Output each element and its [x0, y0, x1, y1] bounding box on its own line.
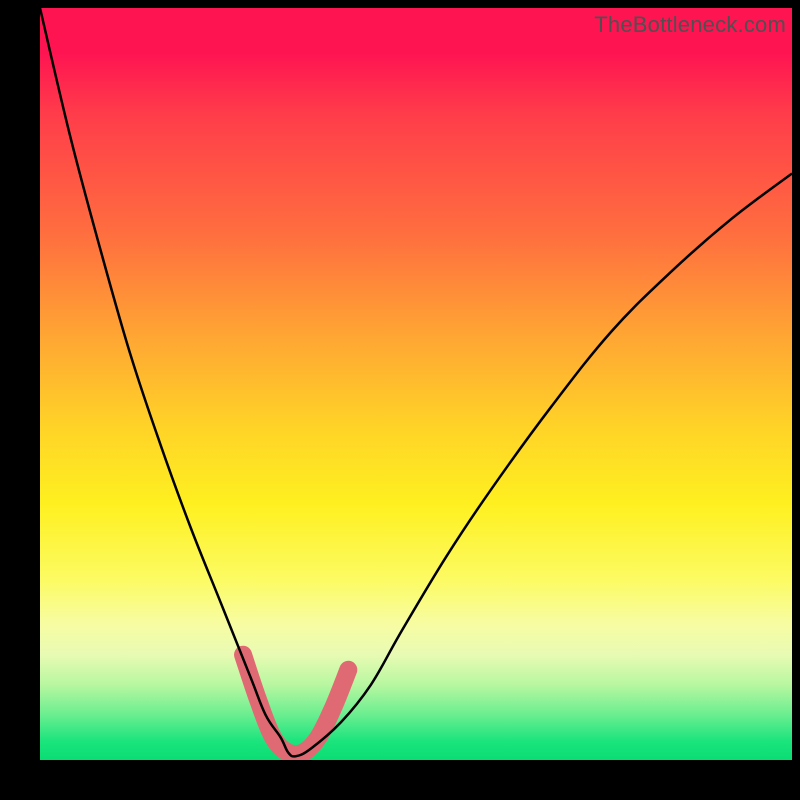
valley-marker — [243, 655, 348, 755]
bottleneck-curve — [40, 8, 792, 756]
chart-container: TheBottleneck.com — [0, 0, 800, 800]
plot-area: TheBottleneck.com — [40, 8, 792, 760]
curve-overlay — [40, 8, 792, 760]
